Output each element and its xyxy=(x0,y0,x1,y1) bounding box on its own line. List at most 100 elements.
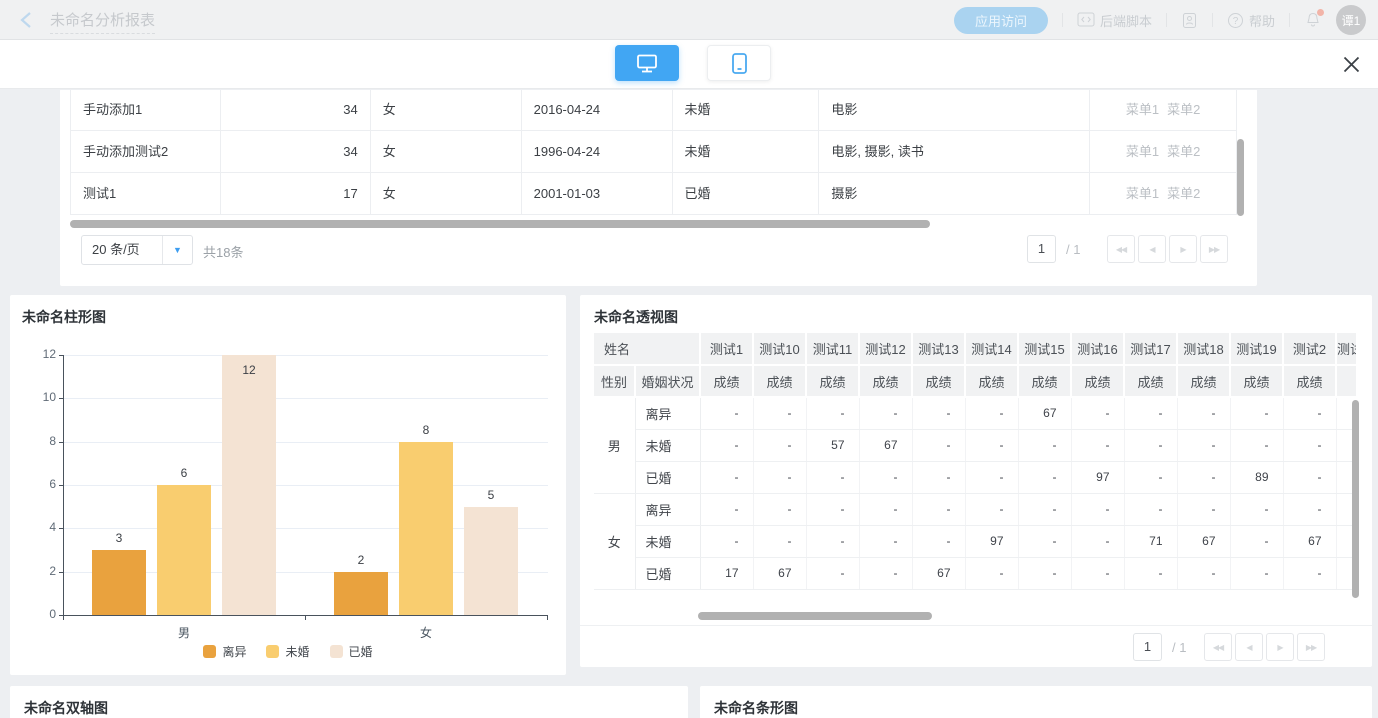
table-row[interactable]: 手动添加测试234女1996-04-24未婚电影, 摄影, 读书菜单1菜单2 xyxy=(71,131,1237,173)
page-number-input[interactable]: 1 xyxy=(1133,633,1162,661)
pivot-value-cell: - xyxy=(1018,525,1071,557)
prev-page-button[interactable]: ◀ xyxy=(1138,235,1166,263)
table-row[interactable]: 手动添加134女2016-04-24未婚电影菜单1菜单2 xyxy=(71,90,1237,131)
total-count: 共18条 xyxy=(203,242,243,261)
vertical-scrollbar[interactable] xyxy=(1352,400,1359,598)
table-cell-marital: 未婚 xyxy=(673,90,820,130)
pivot-value-cell: - xyxy=(965,461,1018,493)
pivot-value-cell: - xyxy=(1283,397,1336,429)
pivot-value-cell: - xyxy=(965,557,1018,589)
notification-dot xyxy=(1317,9,1324,16)
pivot-value-cell: - xyxy=(1177,461,1230,493)
pivot-measure-header: 成绩 xyxy=(1177,365,1230,397)
pivot-value-cell: - xyxy=(912,525,965,557)
pivot-value-cell: - xyxy=(1071,557,1124,589)
y-axis-label: 8 xyxy=(10,434,56,448)
pivot-row-header: 离异 xyxy=(635,397,700,429)
dual-axis-chart-title: 未命名双轴图 xyxy=(24,698,108,718)
help-button[interactable]: ? 帮助 xyxy=(1227,11,1275,30)
x-axis-tick xyxy=(63,615,64,620)
pivot-value-cell: - xyxy=(1018,557,1071,589)
desktop-view-toggle[interactable] xyxy=(615,45,679,81)
bar-未婚-女[interactable] xyxy=(399,442,453,615)
bar-已婚-男[interactable] xyxy=(222,355,276,615)
pivot-value-cell: - xyxy=(912,397,965,429)
pivot-col-header: 测试16 xyxy=(1071,333,1124,365)
prev-page-button[interactable]: ◀ xyxy=(1235,633,1263,661)
pivot-value-cell: - xyxy=(1230,557,1283,589)
table-cell-gender: 女 xyxy=(371,131,522,172)
bar-未婚-男[interactable] xyxy=(157,485,211,615)
bar-已婚-女[interactable] xyxy=(464,507,518,615)
menu-link[interactable]: 菜单2 xyxy=(1167,186,1200,201)
notifications-button[interactable] xyxy=(1304,11,1322,29)
first-page-button[interactable]: ◀◀ xyxy=(1204,633,1232,661)
back-button[interactable] xyxy=(18,11,36,34)
menu-link[interactable]: 菜单1 xyxy=(1126,102,1159,117)
pivot-value-cell: - xyxy=(806,493,859,525)
pivot-col-header: 测试2 xyxy=(1283,333,1336,365)
pivot-col-header: 测试11 xyxy=(806,333,859,365)
menu-link[interactable]: 菜单2 xyxy=(1167,102,1200,117)
next-page-button[interactable]: ▶ xyxy=(1266,633,1294,661)
pivot-value-cell: - xyxy=(1071,493,1124,525)
table-row[interactable]: 测试117女2001-01-03已婚摄影菜单1菜单2 xyxy=(71,173,1237,215)
pivot-value-cell: - xyxy=(912,493,965,525)
backend-script-button[interactable]: 后端脚本 xyxy=(1077,11,1152,30)
next-page-icon: ▶ xyxy=(1180,245,1185,254)
divider xyxy=(1166,13,1167,27)
pivot-col-header: 测试13 xyxy=(912,333,965,365)
report-title[interactable]: 未命名分析报表 xyxy=(50,9,155,34)
contacts-button[interactable] xyxy=(1181,12,1198,29)
menu-link[interactable]: 菜单2 xyxy=(1167,144,1200,159)
avatar-label: 谭1 xyxy=(1342,12,1361,29)
y-axis-label: 12 xyxy=(10,347,56,361)
page-number-input[interactable]: 1 xyxy=(1027,235,1056,263)
menu-link[interactable]: 菜单1 xyxy=(1126,186,1159,201)
pivot-measure-header: 成绩 xyxy=(965,365,1018,397)
bar-value-label: 5 xyxy=(464,488,518,502)
page-size-select[interactable]: 20 条/页 ▼ xyxy=(81,235,193,265)
y-axis-label: 4 xyxy=(10,520,56,534)
prev-page-icon: ◀ xyxy=(1246,643,1251,652)
close-button[interactable] xyxy=(1341,54,1362,80)
legend-item-离异[interactable]: 离异 xyxy=(203,643,246,660)
pivot-value-cell: - xyxy=(700,397,753,429)
pivot-value-cell: 67 xyxy=(1283,525,1336,557)
pivot-value-cell: - xyxy=(753,493,806,525)
last-page-icon: ▶▶ xyxy=(1306,643,1316,652)
hbar-chart-card: 未命名条形图 xyxy=(700,686,1372,718)
bar-离异-女[interactable] xyxy=(334,572,388,615)
table-cell-name: 测试1 xyxy=(71,173,221,214)
bar-value-label: 6 xyxy=(157,466,211,480)
pivot-measure-header: 成绩 xyxy=(1018,365,1071,397)
mobile-view-toggle[interactable] xyxy=(707,45,771,81)
app-access-button[interactable]: 应用访问 xyxy=(954,7,1048,34)
chevron-left-icon xyxy=(18,11,36,29)
pivot-value-cell: - xyxy=(700,493,753,525)
table-cell-name: 手动添加测试2 xyxy=(71,131,221,172)
menu-link[interactable]: 菜单1 xyxy=(1126,144,1159,159)
legend-item-已婚[interactable]: 已婚 xyxy=(330,643,373,660)
last-page-button[interactable]: ▶▶ xyxy=(1297,633,1325,661)
first-page-icon: ◀◀ xyxy=(1116,245,1126,254)
legend-item-未婚[interactable]: 未婚 xyxy=(266,643,309,660)
horizontal-scrollbar[interactable] xyxy=(698,612,932,620)
next-page-button[interactable]: ▶ xyxy=(1169,235,1197,263)
pivot-value-cell: - xyxy=(700,525,753,557)
preview-toolbar xyxy=(0,40,1378,89)
last-page-button[interactable]: ▶▶ xyxy=(1200,235,1228,263)
avatar[interactable]: 谭1 xyxy=(1336,5,1366,35)
y-axis-label: 6 xyxy=(10,477,56,491)
pivot-value-cell: 67 xyxy=(753,557,806,589)
pivot-title: 未命名透视图 xyxy=(594,307,678,327)
pivot-value-cell: - xyxy=(700,429,753,461)
contacts-icon xyxy=(1181,12,1198,29)
pivot-dim-header: 性别 xyxy=(594,365,635,397)
bar-离异-男[interactable] xyxy=(92,550,146,615)
horizontal-scrollbar[interactable] xyxy=(70,220,930,228)
record-table: 手动添加134女2016-04-24未婚电影菜单1菜单2手动添加测试234女19… xyxy=(70,90,1237,215)
vertical-scrollbar[interactable] xyxy=(1237,139,1244,216)
first-page-button[interactable]: ◀◀ xyxy=(1107,235,1135,263)
pivot-value-cell: - xyxy=(1124,429,1177,461)
